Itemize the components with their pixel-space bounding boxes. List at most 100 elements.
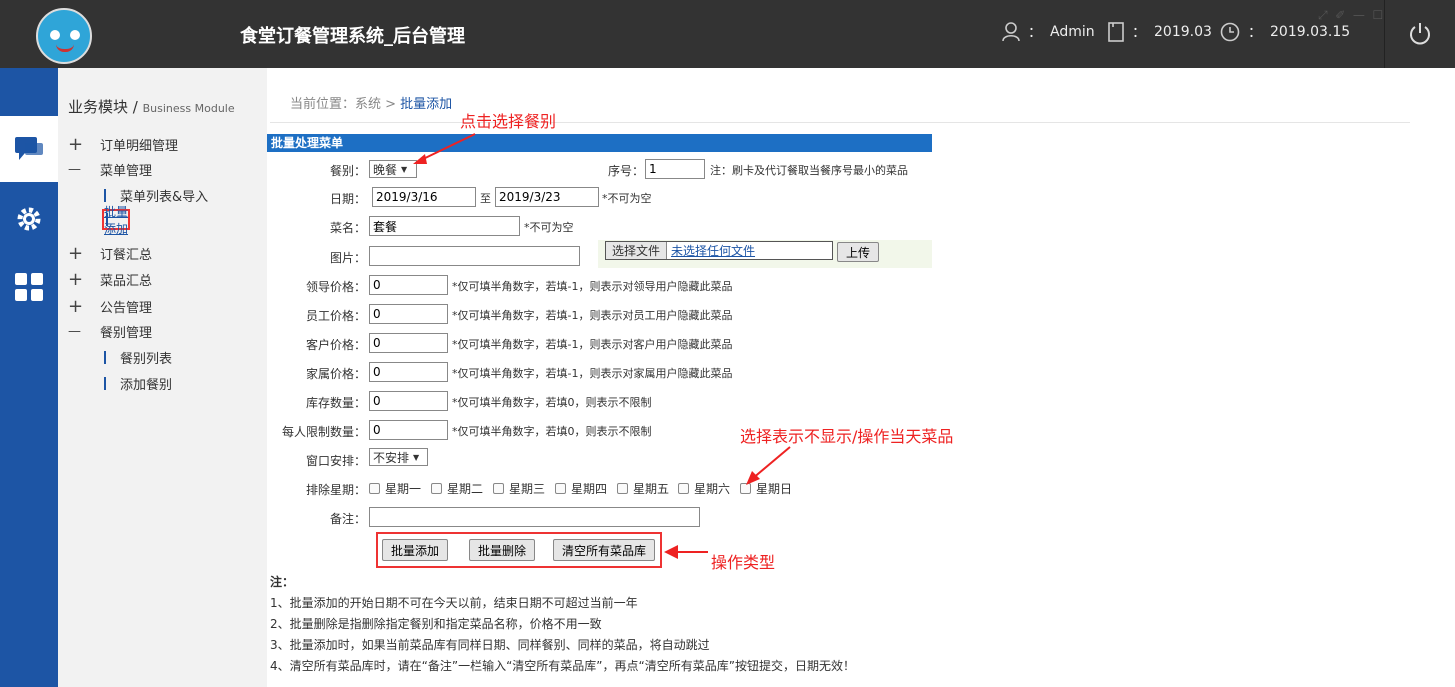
top-bar: 食堂订餐管理系统_后台管理 ： Admin ： 2019.03 ： 2019.03.1… (0, 0, 1455, 68)
window-label: 窗口安排： (305, 454, 366, 468)
family-price-input[interactable] (369, 362, 448, 382)
breadcrumb: 当前位置：系统 > 批量添加 (290, 97, 453, 112)
stock-note: *仅可填半角数字，若填0，则表示不限制 (452, 396, 652, 409)
name-label: 菜名： (329, 221, 366, 235)
period-info: ： 2019.03 (1108, 22, 1212, 42)
power-button[interactable] (1384, 0, 1455, 68)
divider (270, 122, 1410, 123)
sidebar-item-order-detail[interactable]: + 订单明细管理 (68, 134, 178, 155)
file-status: 未选择任何文件 (671, 244, 756, 258)
exclude-label: 排除星期： (305, 483, 366, 497)
collapse-icon: — (68, 324, 81, 339)
image-path-input[interactable] (369, 246, 580, 266)
expand-icon: + (68, 134, 84, 155)
family-price-note: *仅可填半角数字，若填-1，则表示对家属用户隐藏此菜品 (452, 367, 733, 380)
sidebar-item-meal-list[interactable]: 餐别列表 (104, 348, 172, 367)
leader-price-input[interactable] (369, 275, 448, 295)
date-from-input[interactable] (372, 187, 476, 207)
window-select[interactable]: 不安排 ▼ (369, 448, 428, 466)
date-label: 日期： (329, 192, 366, 206)
sidebar-item-batch-add[interactable]: 批量添加 (102, 205, 130, 236)
expand-icon: + (68, 243, 84, 264)
stock-input[interactable] (369, 391, 448, 411)
staff-price-input[interactable] (369, 304, 448, 324)
collapse-icon: — (68, 162, 81, 177)
clock-icon (1220, 22, 1240, 42)
expand-icon: + (68, 296, 84, 317)
stock-label: 库存数量： (305, 396, 366, 410)
sidebar-item-menu-manage[interactable]: — 菜单管理 (68, 160, 152, 179)
date-info: ： 2019.03.15 (1220, 22, 1350, 42)
name-input[interactable] (369, 216, 520, 236)
note-line: 4、清空所有菜品库时，请在“备注”一栏输入“清空所有菜品库”，再点“清空所有菜品… (270, 659, 855, 673)
app-logo (36, 8, 92, 64)
sidebar-title: 业务模块 / Business Module (68, 98, 235, 116)
chat-icon (15, 137, 43, 160)
annotation-arrow-action (664, 545, 708, 559)
grid-icon (15, 273, 43, 301)
gear-icon (17, 207, 41, 231)
family-price-label: 家属价格： (305, 367, 366, 381)
upload-button[interactable]: 上传 (837, 242, 880, 262)
chevron-down-icon: ▼ (413, 452, 420, 462)
customer-price-note: *仅可填半角数字，若填-1，则表示对客户用户隐藏此菜品 (452, 338, 733, 351)
staff-price-label: 员工价格： (305, 309, 366, 323)
annotation-arrow-weekday (746, 446, 791, 485)
staff-price-note: *仅可填半角数字，若填-1，则表示对员工用户隐藏此菜品 (452, 309, 733, 322)
weekday-checkbox-mon[interactable]: 星期一 (369, 480, 421, 497)
seq-input[interactable] (645, 159, 705, 179)
sidebar-item-notice[interactable]: + 公告管理 (68, 296, 152, 317)
weekday-checkbox-thu[interactable]: 星期四 (555, 480, 607, 497)
sidebar-item-order-summary[interactable]: + 订餐汇总 (68, 243, 152, 264)
leader-price-note: *仅可填半角数字，若填-1，则表示对领导用户隐藏此菜品 (452, 280, 733, 293)
weekday-checkbox-fri[interactable]: 星期五 (617, 480, 669, 497)
user-icon (1002, 22, 1020, 42)
expand-icon: + (68, 269, 84, 290)
batch-delete-button[interactable]: 批量删除 (469, 539, 536, 561)
sidebar-item-dish-summary[interactable]: + 菜品汇总 (68, 269, 152, 290)
date-note: *不可为空 (602, 192, 652, 205)
seq-note: 注：刷卡及代订餐取当餐序号最小的菜品 (710, 164, 908, 177)
remark-label: 备注： (329, 512, 366, 526)
name-note: *不可为空 (524, 221, 574, 234)
meal-label: 餐别： (329, 164, 366, 178)
date-to-input[interactable] (495, 187, 599, 207)
note-line: 2、批量删除是指删除指定餐别和指定菜品名称，价格不用一致 (270, 617, 602, 631)
image-label: 图片： (329, 251, 366, 265)
sidebar-item-meal-manage[interactable]: — 餐别管理 (68, 322, 152, 341)
note-line: 1、批量添加的开始日期不可在今天以前，结束日期不可超过当前一年 (270, 596, 638, 610)
batch-add-button[interactable]: 批量添加 (382, 539, 449, 561)
power-icon (1410, 23, 1430, 45)
seq-label: 序号： (607, 164, 644, 178)
notes-title: 注： (270, 575, 295, 589)
annotation-action: 操作类型 (711, 553, 776, 572)
date-value: 2019.03.15 (1270, 24, 1351, 40)
document-icon (1108, 22, 1124, 42)
app-title: 食堂订餐管理系统_后台管理 (240, 26, 465, 47)
limit-note: *仅可填半角数字，若填0，则表示不限制 (452, 425, 652, 438)
annotation-arrow-meal (413, 133, 476, 164)
weekday-checkbox-sat[interactable]: 星期六 (678, 480, 730, 497)
leader-price-label: 领导价格： (305, 280, 366, 294)
customer-price-input[interactable] (369, 333, 448, 353)
window-controls[interactable]: ⤢ ✐ — ☐ (1318, 8, 1383, 23)
user-info: ： Admin (1002, 22, 1095, 42)
note-line: 3、批量添加时，如果当前菜品库有同样日期、同样餐别、同样的菜品，将自动跳过 (270, 638, 710, 652)
customer-price-label: 客户价格： (305, 338, 366, 352)
choose-file-button[interactable]: 选择文件 (606, 242, 668, 259)
limit-input[interactable] (369, 420, 448, 440)
icon-sidebar (0, 68, 58, 687)
panel-title: 批量处理菜单 (267, 134, 932, 152)
nav-settings[interactable] (0, 186, 58, 252)
sidebar-item-add-meal[interactable]: 添加餐别 (104, 374, 172, 393)
nav-apps[interactable] (0, 254, 58, 320)
weekday-checkbox-tue[interactable]: 星期二 (431, 480, 483, 497)
notes-section: 注： 1、批量添加的开始日期不可在今天以前，结束日期不可超过当前一年 2、批量删… (270, 572, 855, 677)
file-picker[interactable]: 选择文件 未选择任何文件 (605, 241, 833, 260)
weekday-checkbox-wed[interactable]: 星期三 (493, 480, 545, 497)
clear-all-button[interactable]: 清空所有菜品库 (553, 539, 656, 561)
breadcrumb-current[interactable]: 批量添加 (400, 97, 452, 112)
remark-input[interactable] (369, 507, 700, 527)
limit-label: 每人限制数量： (281, 425, 366, 439)
nav-chat[interactable] (0, 116, 58, 182)
